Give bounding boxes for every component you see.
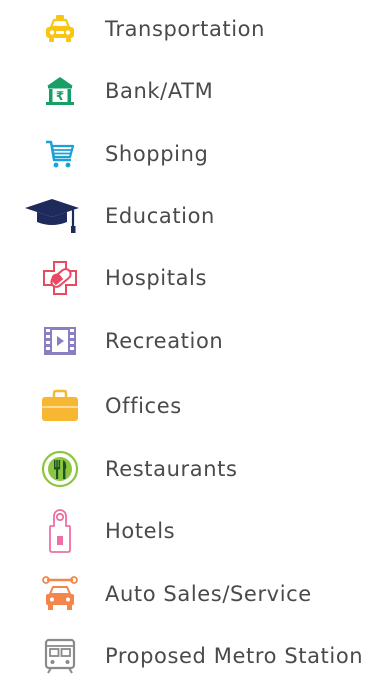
- legend-item-hotels: Hotels: [0, 508, 385, 554]
- legend-label: Hotels: [105, 519, 176, 543]
- amenities-legend: Transportation ₹ Bank/ATM Shopping Educa…: [0, 0, 385, 677]
- legend-item-restaurants: Restaurants: [0, 446, 385, 492]
- legend-label: Offices: [105, 394, 182, 418]
- cutlery-icon: [28, 446, 92, 492]
- legend-item-offices: Offices: [0, 383, 385, 429]
- legend-label: Auto Sales/Service: [105, 582, 312, 606]
- legend-item-hospitals: Hospitals: [0, 255, 385, 301]
- svg-text:₹: ₹: [56, 89, 64, 103]
- film-strip-icon: [28, 318, 92, 364]
- legend-item-auto-sales-service: Auto Sales/Service: [0, 571, 385, 617]
- taxi-icon: [28, 6, 92, 52]
- legend-item-proposed-metro-station: Proposed Metro Station: [0, 633, 385, 679]
- legend-item-transportation: Transportation: [0, 6, 385, 52]
- hospital-icon: [28, 255, 92, 301]
- legend-label: Proposed Metro Station: [105, 644, 364, 668]
- car-service-icon: [28, 571, 92, 617]
- legend-item-education: Education: [0, 193, 385, 239]
- legend-item-shopping: Shopping: [0, 131, 385, 177]
- bank-icon: ₹: [28, 68, 92, 114]
- legend-label: Transportation: [105, 17, 266, 41]
- legend-item-bank-atm: ₹ Bank/ATM: [0, 68, 385, 114]
- metro-train-icon: [28, 633, 92, 679]
- legend-label: Shopping: [105, 142, 209, 166]
- legend-label: Restaurants: [105, 457, 238, 481]
- legend-label: Recreation: [105, 329, 224, 353]
- legend-label: Education: [105, 204, 215, 228]
- graduation-cap-icon: [20, 193, 84, 239]
- door-hanger-icon: [28, 508, 92, 554]
- shopping-cart-icon: [28, 131, 92, 177]
- legend-label: Bank/ATM: [105, 79, 214, 103]
- briefcase-icon: [28, 383, 92, 429]
- legend-label: Hospitals: [105, 266, 208, 290]
- legend-item-recreation: Recreation: [0, 318, 385, 364]
